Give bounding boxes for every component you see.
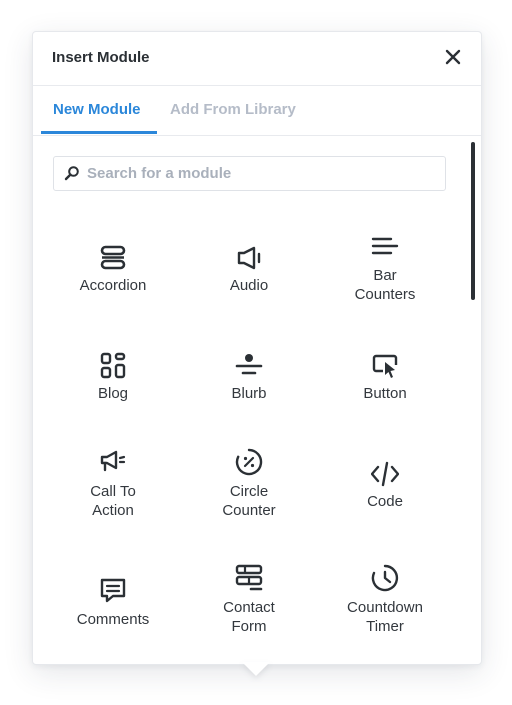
module-label: Comments bbox=[76, 611, 150, 628]
module-label: Blog bbox=[97, 385, 129, 402]
scrollbar-thumb[interactable] bbox=[471, 142, 475, 300]
module-grid: Accordion Audio Bar Counters Blog Blurb … bbox=[45, 222, 453, 662]
dialog-pointer bbox=[242, 662, 270, 676]
module-countdown-timer[interactable]: Countdown Timer bbox=[317, 556, 453, 656]
close-icon bbox=[445, 49, 461, 65]
tab-new-module[interactable]: New Module bbox=[53, 101, 141, 118]
contact-form-icon bbox=[235, 564, 263, 591]
module-label: Blurb bbox=[231, 385, 267, 402]
module-call-to-action[interactable]: Call To Action bbox=[45, 438, 181, 538]
comments-icon bbox=[100, 578, 126, 603]
module-label: Bar Counters bbox=[354, 267, 416, 303]
search-input[interactable] bbox=[87, 157, 437, 190]
module-blog[interactable]: Blog bbox=[45, 330, 181, 430]
active-tab-indicator bbox=[41, 131, 157, 134]
blurb-icon bbox=[235, 354, 263, 375]
module-comments[interactable]: Comments bbox=[45, 556, 181, 656]
search-field[interactable] bbox=[53, 156, 446, 191]
module-label: Call To Action bbox=[90, 483, 136, 519]
module-label: Contact Form bbox=[223, 599, 275, 635]
search-icon bbox=[64, 166, 79, 181]
module-accordion[interactable]: Accordion bbox=[45, 222, 181, 322]
module-circle-counter[interactable]: Circle Counter bbox=[181, 438, 317, 538]
module-label: Button bbox=[363, 385, 407, 402]
module-contact-form[interactable]: Contact Form bbox=[181, 556, 317, 656]
module-code[interactable]: Code bbox=[317, 438, 453, 538]
dialog-title: Insert Module bbox=[52, 49, 150, 66]
tab-add-from-library[interactable]: Add From Library bbox=[170, 101, 296, 118]
call-to-action-icon bbox=[100, 450, 126, 472]
module-label: Accordion bbox=[79, 277, 147, 294]
circle-counter-icon bbox=[235, 448, 263, 476]
tab-bar: New Module Add From Library bbox=[33, 86, 481, 136]
dialog-header: Insert Module bbox=[33, 32, 481, 86]
module-label: Circle Counter bbox=[222, 483, 276, 519]
module-audio[interactable]: Audio bbox=[181, 222, 317, 322]
countdown-timer-icon bbox=[371, 564, 399, 592]
code-icon bbox=[371, 461, 399, 487]
close-button[interactable] bbox=[443, 47, 463, 67]
button-icon bbox=[372, 354, 398, 378]
module-blurb[interactable]: Blurb bbox=[181, 330, 317, 430]
bar-counters-icon bbox=[371, 237, 399, 255]
module-label: Audio bbox=[229, 277, 269, 294]
module-label: Code bbox=[367, 493, 403, 510]
module-label: Countdown Timer bbox=[347, 599, 423, 635]
blog-icon bbox=[100, 352, 126, 379]
audio-icon bbox=[237, 246, 261, 270]
module-bar-counters[interactable]: Bar Counters bbox=[317, 222, 453, 322]
module-button[interactable]: Button bbox=[317, 330, 453, 430]
insert-module-dialog: Insert Module New Module Add From Librar… bbox=[32, 31, 482, 665]
accordion-icon bbox=[100, 245, 126, 270]
